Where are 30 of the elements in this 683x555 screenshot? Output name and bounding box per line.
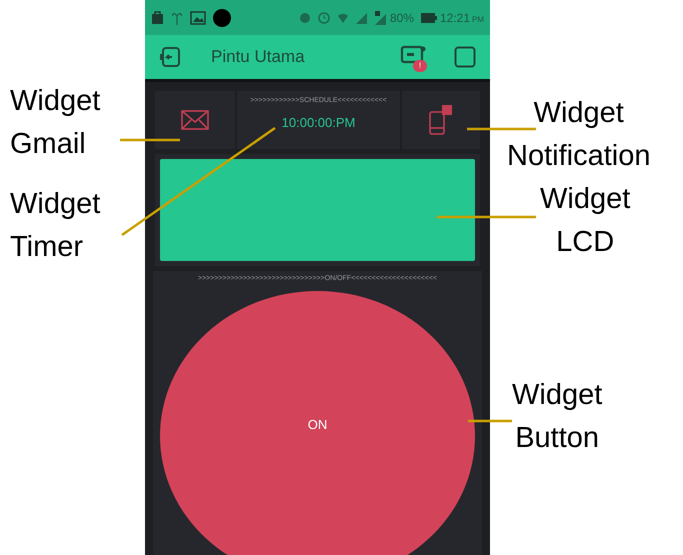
clock-time: 12:21 (440, 10, 470, 26)
circle-icon (298, 12, 311, 24)
envelope-icon (181, 110, 209, 130)
notification-widget[interactable] (402, 91, 480, 149)
gmail-widget[interactable] (155, 91, 235, 149)
annotation-label: Widget Gmail (10, 84, 100, 162)
bag-icon (151, 10, 164, 25)
signal-icon (356, 12, 368, 24)
square-icon[interactable] (454, 46, 476, 68)
leader-line (467, 128, 536, 130)
signal-icon (374, 10, 387, 24)
annotation-label: Widget Button (512, 378, 602, 456)
clock-period: PM (472, 14, 484, 26)
dot-icon (213, 8, 231, 26)
phone-icon (428, 105, 454, 135)
annotation-label: Widget Notification (507, 96, 650, 174)
battery-icon (420, 12, 437, 22)
app-title: Pintu Utama (211, 46, 306, 68)
device-icon[interactable] (400, 44, 426, 66)
timer-value: 10:00:00:PM (282, 114, 356, 132)
battery-percentage: 80% (390, 10, 414, 26)
leader-line (468, 420, 512, 422)
annotation-label: Widget Timer (10, 187, 100, 265)
exit-icon[interactable] (159, 46, 181, 68)
annotation-label: Widget LCD (540, 182, 630, 260)
wifi-icon (336, 12, 349, 24)
image-icon (190, 10, 206, 24)
notification-badge: ! (413, 60, 427, 72)
on-off-button[interactable]: ON (160, 290, 475, 555)
alarm-icon (318, 12, 330, 24)
